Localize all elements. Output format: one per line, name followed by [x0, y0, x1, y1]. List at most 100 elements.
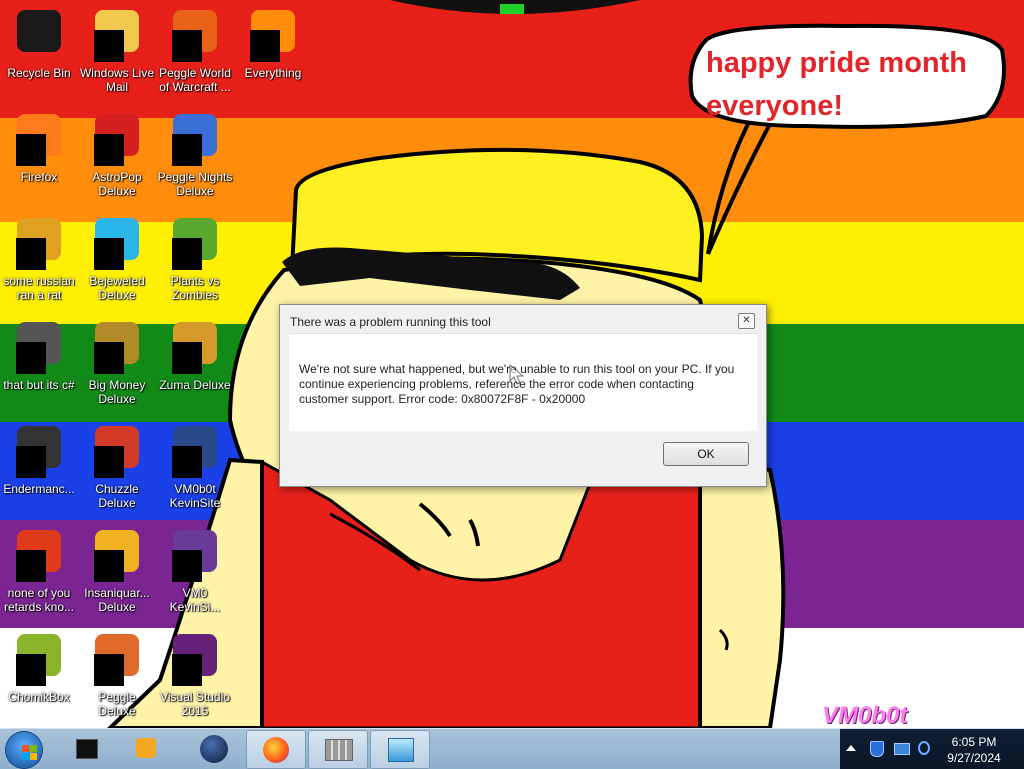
icon-windows-live-mail-icon	[93, 8, 141, 62]
volume-icon[interactable]	[918, 741, 930, 755]
icon-label: Peggle World of Warcraft ...	[159, 66, 231, 94]
clock-date[interactable]: 9/27/2024	[944, 751, 1004, 765]
redaction-box	[16, 342, 46, 374]
shield-icon[interactable]	[870, 741, 884, 757]
icon-that-but-its-csharp[interactable]: that but its c#	[0, 320, 78, 392]
redaction-box	[172, 134, 202, 166]
redaction-box	[250, 30, 280, 62]
icon-label: Visual Studio 2015	[160, 690, 230, 718]
start-button[interactable]	[6, 732, 42, 768]
redaction-box	[172, 342, 202, 374]
icon-peggle-deluxe[interactable]: Peggle Deluxe	[78, 632, 156, 718]
icon-vm0b0t-kevinsite-icon	[171, 424, 219, 478]
redaction-box	[16, 134, 46, 166]
wallpaper-watermark: VM0b0t	[822, 702, 908, 728]
icon-label: Insaniquar... Deluxe	[84, 586, 150, 614]
error-dialog: There was a problem running this tool ✕ …	[279, 304, 767, 487]
icon-none-of-you-retards-kno[interactable]: none of you retards kno...	[0, 528, 78, 614]
ok-button[interactable]: OK	[663, 442, 749, 466]
redaction-box	[16, 238, 46, 270]
redaction-box	[172, 654, 202, 686]
icon-some-russian-ran-a-rat-icon	[15, 216, 63, 270]
taskbar: 6:05 PM 9/27/2024	[0, 728, 1024, 769]
icon-label: Firefox	[20, 170, 58, 184]
icon-peggle-nights-deluxe[interactable]: Peggle Nights Deluxe	[156, 112, 234, 198]
redaction-box	[94, 134, 124, 166]
icon-label: VM0b0t KevinSite	[169, 482, 221, 510]
icon-label: Bejeweled Deluxe	[89, 274, 145, 302]
icon-chomikbox-icon	[15, 632, 63, 686]
icon-chuzzle-deluxe[interactable]: Chuzzle Deluxe	[78, 424, 156, 510]
clock-time[interactable]: 6:05 PM	[944, 735, 1004, 749]
icon-vm0b0t-kevinsite[interactable]: VM0b0t KevinSite	[156, 424, 234, 510]
icon-insaniquarium-deluxe-icon	[93, 528, 141, 582]
taskbar-app-grid[interactable]	[308, 730, 368, 769]
icon-recycle-bin[interactable]: Recycle Bin	[0, 8, 78, 80]
icon-some-russian-ran-a-rat[interactable]: some russian ran a rat	[0, 216, 78, 302]
taskbar-app-installer[interactable]	[370, 730, 430, 769]
icon-peggle-deluxe-icon	[93, 632, 141, 686]
taskbar-app-globe[interactable]	[186, 730, 244, 767]
icon-that-but-its-csharp-icon	[15, 320, 63, 374]
redaction-box	[172, 550, 202, 582]
redaction-box	[16, 550, 46, 582]
icon-firefox[interactable]: Firefox	[0, 112, 78, 184]
icon-label: that but its c#	[3, 378, 75, 392]
icon-windows-live-mail[interactable]: Windows Live Mail	[78, 8, 156, 94]
icon-bejeweled-deluxe-icon	[93, 216, 141, 270]
icon-astropop-deluxe[interactable]: AstroPop Deluxe	[78, 112, 156, 198]
icon-vm0-kevinsite[interactable]: VM0 KevinSi...	[156, 528, 234, 614]
icon-endermanch-icon	[15, 424, 63, 478]
icon-label: Endermanc...	[3, 482, 75, 496]
redaction-box	[94, 446, 124, 478]
icon-big-money-deluxe[interactable]: Big Money Deluxe	[78, 320, 156, 406]
dialog-title: There was a problem running this tool	[290, 315, 491, 329]
icon-firefox-icon	[15, 112, 63, 166]
redaction-box	[172, 446, 202, 478]
network-icon[interactable]	[894, 743, 910, 755]
icon-astropop-deluxe-icon	[93, 112, 141, 166]
icon-chomikbox[interactable]: ChomikBox	[0, 632, 78, 704]
icon-plants-vs-zombies[interactable]: Plants vs Zombies	[156, 216, 234, 302]
redaction-box	[172, 30, 202, 62]
redaction-box	[94, 654, 124, 686]
icon-label: Recycle Bin	[7, 66, 71, 80]
icon-label: VM0 KevinSi...	[169, 586, 221, 614]
icon-endermanch[interactable]: Endermanc...	[0, 424, 78, 496]
show-hidden-icons-icon[interactable]	[846, 745, 856, 751]
icon-image	[17, 10, 61, 52]
icon-label: Peggle Nights Deluxe	[157, 170, 233, 198]
icon-visual-studio-2015-icon	[171, 632, 219, 686]
taskbar-app-black-box[interactable]	[58, 730, 116, 767]
icon-zuma-deluxe-icon	[171, 320, 219, 374]
icon-label: Big Money Deluxe	[88, 378, 146, 406]
icon-zuma-deluxe[interactable]: Zuma Deluxe	[156, 320, 234, 392]
icon-bejeweled-deluxe[interactable]: Bejeweled Deluxe	[78, 216, 156, 302]
redaction-box	[94, 238, 124, 270]
desktop: happy pride month everyone! VM0b0t Recyc…	[0, 0, 1024, 728]
icon-recycle-bin-icon	[15, 8, 63, 54]
icon-label: Windows Live Mail	[79, 66, 155, 94]
redaction-box	[94, 342, 124, 374]
close-icon[interactable]: ✕	[738, 313, 755, 329]
icon-insaniquarium-deluxe[interactable]: Insaniquar... Deluxe	[78, 528, 156, 614]
taskbar-app-firefox[interactable]	[246, 730, 306, 769]
icon-label: Peggle Deluxe	[98, 690, 136, 718]
redaction-box	[16, 446, 46, 478]
speech-bubble-text: happy pride month everyone!	[706, 47, 967, 122]
icon-everything-icon	[249, 8, 297, 62]
icon-chuzzle-deluxe-icon	[93, 424, 141, 478]
mouse-cursor-icon	[509, 364, 525, 385]
icon-label: AstroPop Deluxe	[92, 170, 142, 198]
icon-label: Zuma Deluxe	[159, 378, 231, 392]
icon-peggle-world-of-warcraft[interactable]: Peggle World of Warcraft ...	[156, 8, 234, 94]
redaction-box	[94, 550, 124, 582]
icon-label: Chuzzle Deluxe	[95, 482, 139, 510]
icon-visual-studio-2015[interactable]: Visual Studio 2015	[156, 632, 234, 718]
icon-peggle-world-of-warcraft-icon	[171, 8, 219, 62]
icon-label: some russian ran a rat	[3, 274, 75, 302]
redaction-box	[16, 654, 46, 686]
icon-everything[interactable]: Everything	[234, 8, 312, 80]
taskbar-app-media-player[interactable]	[118, 730, 176, 767]
icon-label: ChomikBox	[8, 690, 70, 704]
